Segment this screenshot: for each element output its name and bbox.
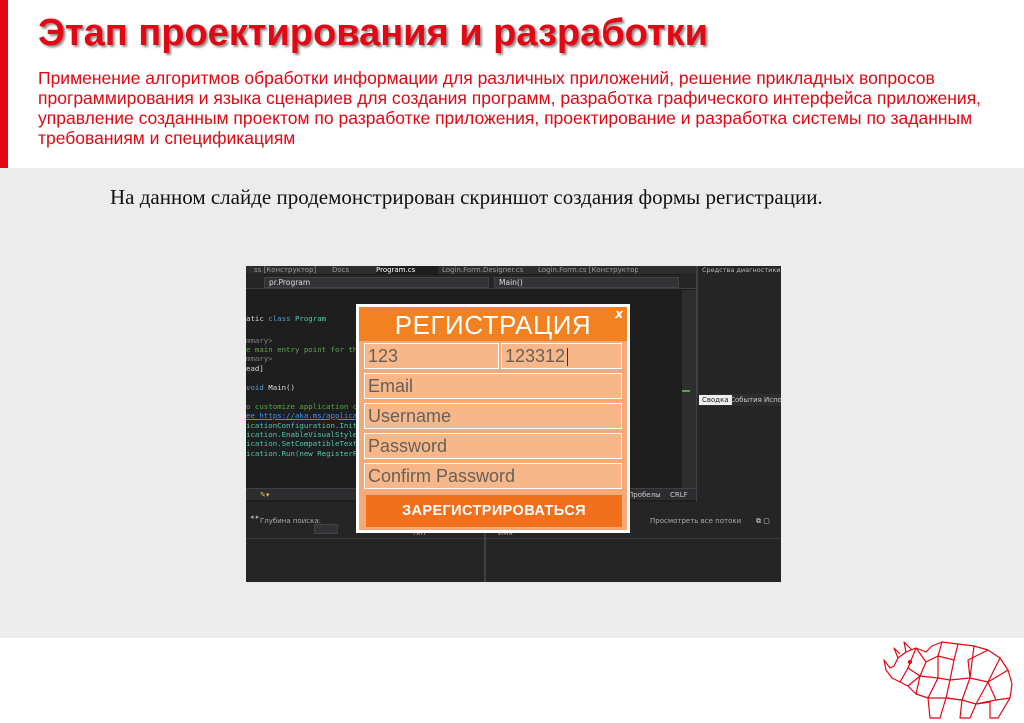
diagnostics-tabs: Сводка События Испо [697, 394, 781, 406]
wand-icon[interactable]: ✎▾ [260, 489, 269, 501]
diagnostics-title: Средства диагностики [702, 266, 781, 274]
ide-nav-bar: pr.Program Main() [246, 275, 696, 289]
slide-title: Этап проектирования и разработки [38, 12, 708, 54]
username-field[interactable]: Username [364, 403, 622, 429]
tab-usage[interactable]: Испо [761, 395, 781, 405]
text-caret [567, 348, 569, 367]
panel-icon[interactable]: ⧉ ▢ [756, 517, 770, 526]
search-depth-label: Глубина поиска: [260, 517, 321, 525]
ide-tab[interactable]: Login.Form.Designer.cs [442, 266, 526, 274]
registration-form: РЕГИСТРАЦИЯ x 123 123312 Email Username … [356, 304, 630, 533]
code-line: mmary> [246, 336, 273, 345]
code-line: ead] [246, 364, 264, 373]
password-field[interactable]: Password [364, 433, 622, 459]
last-name-field[interactable]: 123312 [501, 343, 622, 369]
show-threads-link[interactable]: Просмотреть все потоки [650, 517, 741, 525]
line-ending-status[interactable]: CRLF [670, 489, 688, 501]
tab-events[interactable]: События [727, 395, 765, 405]
ide-tab[interactable]: ss [Конструктор] [254, 266, 324, 274]
code-line: mmary> [246, 354, 273, 363]
locals-splitter[interactable] [484, 530, 486, 582]
code-line: o customize application c [246, 402, 358, 411]
close-icon[interactable]: x [615, 307, 623, 321]
scrollbar-marker [682, 390, 690, 392]
diagnostics-panel: Средства диагностики [697, 266, 781, 394]
editor-scrollbar[interactable] [682, 290, 696, 500]
code-line: void Main() [246, 383, 295, 392]
code-line: icationConfiguration.Init [246, 421, 358, 430]
back-arrow-icon[interactable]: ◂ ▸ [250, 513, 259, 521]
rhino-logo [883, 641, 1013, 719]
ide-tab-bar: ss [Конструктор] Docs Program.cs Login.F… [246, 266, 696, 274]
ide-tab[interactable]: Docs [332, 266, 362, 274]
code-line: ication.EnableVisualStyle [246, 430, 358, 439]
whitespace-status[interactable]: Пробелы [628, 489, 661, 501]
ide-tab-active[interactable]: Program.cs [376, 266, 438, 274]
form-header: РЕГИСТРАЦИЯ x [359, 307, 627, 341]
ide-tab[interactable]: Login.Form.cs [Конструктор] [538, 266, 638, 274]
accent-bar [0, 0, 8, 168]
first-name-field[interactable]: 123 [364, 343, 499, 369]
class-dropdown[interactable]: pr.Program [264, 277, 489, 288]
form-title: РЕГИСТРАЦИЯ [394, 310, 592, 340]
code-line: ication.Run(new RegisterF [246, 449, 358, 458]
code-line: ee https://aka.ms/applica [246, 411, 358, 420]
code-line: atic class Program [246, 314, 327, 323]
member-dropdown[interactable]: Main() [494, 277, 679, 288]
register-button[interactable]: ЗАРЕГИСТРИРОВАТЬСЯ [366, 495, 622, 527]
code-line: ication.SetCompatibleText [246, 439, 358, 448]
slide-subtitle: Применение алгоритмов обработки информац… [38, 68, 982, 148]
code-line: e main entry point for the [246, 345, 362, 354]
email-field[interactable]: Email [364, 373, 622, 399]
confirm-password-field[interactable]: Confirm Password [364, 463, 622, 489]
slide-caption: На данном слайде продемонстрирован скрин… [110, 185, 823, 209]
